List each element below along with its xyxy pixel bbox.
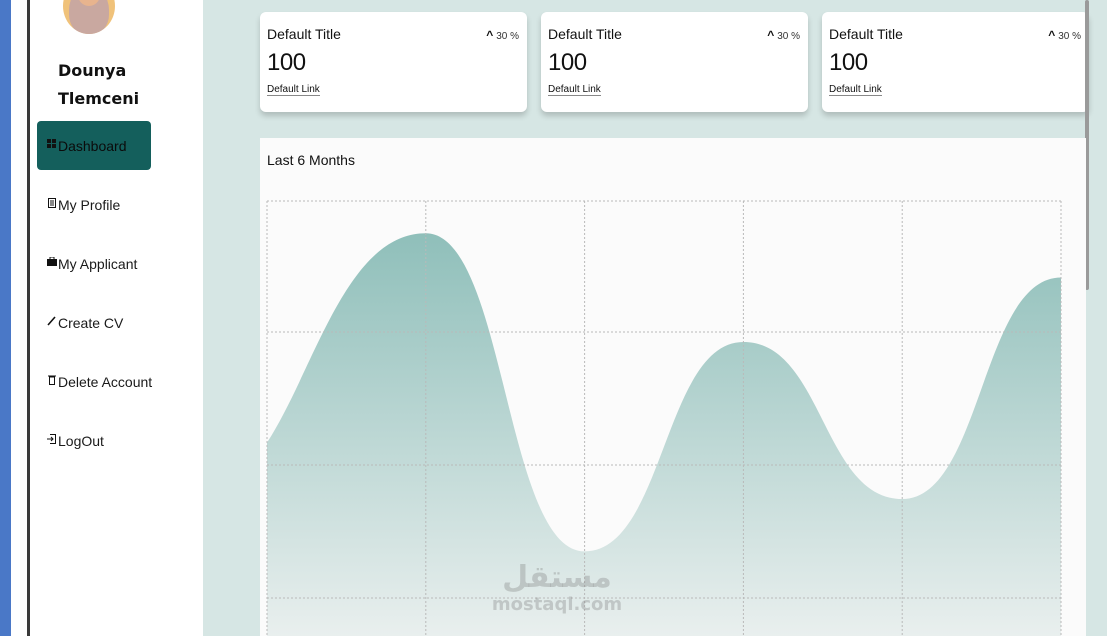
user-name: Dounya Tlemceni [58, 61, 140, 108]
sidebar-item-delete-account[interactable]: Delete Account [37, 357, 207, 406]
window-left-accent-bar [0, 0, 11, 636]
avatar [63, 0, 115, 34]
watermark-latin: mostaql.com [491, 594, 623, 615]
card-trend: ^ 30 % [1048, 28, 1081, 42]
stat-card: Default Title ^ 30 % 100 Default Link [541, 12, 808, 112]
card-link[interactable]: Default Link [548, 84, 601, 96]
chevron-up-icon: ^ [486, 28, 494, 42]
logout-icon [46, 433, 57, 448]
card-value: 100 [548, 49, 587, 76]
chevron-up-icon: ^ [1048, 28, 1056, 42]
sidebar-item-label: Delete Account [58, 373, 153, 390]
card-trend: ^ 30 % [486, 28, 519, 42]
card-link[interactable]: Default Link [829, 84, 882, 96]
pencil-icon [46, 315, 57, 330]
document-icon [46, 197, 57, 212]
sidebar-item-my-applicant[interactable]: My Applicant [37, 239, 207, 288]
card-link[interactable]: Default Link [267, 84, 320, 96]
chevron-up-icon: ^ [767, 28, 775, 42]
briefcase-icon [46, 256, 57, 270]
sidebar-item-create-cv[interactable]: Create CV [37, 298, 207, 347]
card-trend-value: 30 % [1058, 31, 1081, 42]
trash-icon [46, 375, 57, 389]
stat-card: Default Title ^ 30 % 100 Default Link [260, 12, 527, 112]
sidebar-item-label: Create CV [58, 314, 124, 331]
grid-icon [46, 139, 57, 152]
sidebar-item-logout[interactable]: LogOut [37, 416, 207, 465]
watermark: مستقل mostaql.com [487, 560, 627, 614]
sidebar-item-label: Dashboard [58, 137, 127, 154]
main-content: Default Title ^ 30 % 100 Default Link Def… [203, 0, 1107, 636]
card-trend: ^ 30 % [767, 28, 800, 42]
sidebar-item-label: LogOut [58, 432, 104, 449]
card-title: Default Title [548, 26, 622, 42]
stat-card: Default Title ^ 30 % 100 Default Link [822, 12, 1089, 112]
sidebar-item-label: My Profile [58, 196, 121, 213]
sidebar-item-dashboard[interactable]: Dashboard [37, 121, 151, 170]
card-trend-value: 30 % [777, 31, 800, 42]
sidebar: Dounya Tlemceni Dashboard My Profile My … [30, 0, 203, 636]
card-value: 100 [829, 49, 868, 76]
area-chart [266, 200, 1062, 636]
card-trend-value: 30 % [496, 31, 519, 42]
card-title: Default Title [829, 26, 903, 42]
sidebar-item-label: My Applicant [58, 255, 138, 272]
sidebar-nav: Dashboard My Profile My Applicant Create… [37, 121, 207, 475]
sidebar-item-my-profile[interactable]: My Profile [37, 180, 207, 229]
card-value: 100 [267, 49, 306, 76]
card-title: Default Title [267, 26, 341, 42]
watermark-arabic: مستقل [502, 560, 612, 595]
chart-card: Last 6 Months [260, 138, 1086, 636]
chart-area-series [267, 233, 1061, 636]
